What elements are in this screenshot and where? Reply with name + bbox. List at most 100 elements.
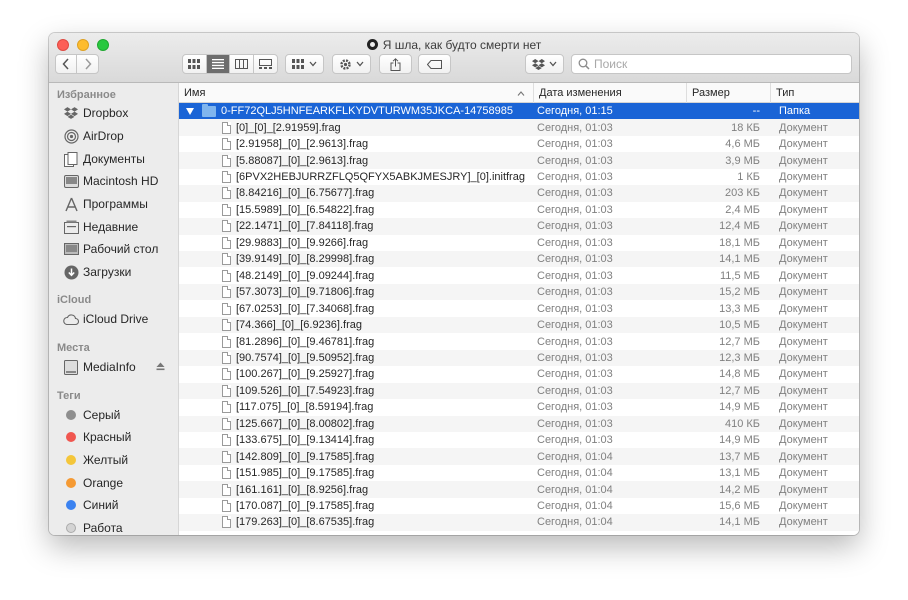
table-row[interactable]: [179.263]_[0]_[8.67535].frag Сегодня, 01:… — [179, 514, 859, 531]
table-row[interactable]: [8.84216]_[0]_[6.75677].frag Сегодня, 01:… — [179, 185, 859, 202]
grid-icon — [188, 59, 201, 69]
dropbox-menu-button[interactable] — [525, 54, 564, 74]
document-icon — [222, 467, 231, 480]
chevron-right-icon — [84, 58, 92, 70]
file-date: Сегодня, 01:03 — [537, 253, 613, 266]
document-icon — [222, 417, 231, 430]
file-date: Сегодня, 01:03 — [537, 368, 613, 381]
folder-proxy-icon[interactable] — [366, 39, 378, 50]
table-row[interactable]: [125.667]_[0]_[8.00802].frag Сегодня, 01:… — [179, 415, 859, 432]
file-date: Сегодня, 01:04 — [537, 500, 613, 513]
file-date: Сегодня, 01:03 — [537, 417, 613, 430]
table-row[interactable]: [67.0253]_[0]_[7.34068].frag Сегодня, 01:… — [179, 300, 859, 316]
table-row[interactable]: [117.075]_[0]_[8.59194].frag Сегодня, 01:… — [179, 399, 859, 415]
back-button[interactable] — [56, 55, 78, 73]
finder-window: Я шла, как будто смерти нет Поиск Избран… — [49, 33, 859, 535]
table-row[interactable]: [151.985]_[0]_[9.17585].frag Сегодня, 01:… — [179, 465, 859, 481]
list-view-button[interactable] — [206, 55, 230, 73]
sidebar-item-desktop[interactable]: Рабочий стол — [63, 239, 158, 259]
tag-dot-icon — [66, 500, 76, 510]
table-row[interactable]: [142.809]_[0]_[9.17585].frag Сегодня, 01:… — [179, 448, 859, 465]
sidebar-tag-work[interactable]: Работа — [63, 518, 123, 535]
file-date: Сегодня, 01:03 — [537, 121, 613, 134]
file-kind: Документ — [779, 516, 828, 529]
document-icon — [222, 121, 231, 134]
sidebar-item-icloud-drive[interactable]: iCloud Drive — [63, 309, 148, 329]
column-header-name[interactable]: Имя — [179, 83, 533, 103]
file-size: 15,2 МБ — [719, 286, 760, 299]
column-header-kind[interactable]: Тип — [770, 83, 859, 103]
table-row[interactable]: [81.2896]_[0]_[9.46781].frag Сегодня, 01:… — [179, 333, 859, 349]
column-header-size[interactable]: Размер — [686, 83, 770, 103]
file-kind: Документ — [779, 269, 828, 282]
sidebar-item-documents[interactable]: Документы — [63, 149, 145, 169]
document-icon — [222, 286, 231, 299]
forward-button[interactable] — [77, 55, 98, 73]
table-row[interactable]: [133.675]_[0]_[9.13414].frag Сегодня, 01:… — [179, 432, 859, 448]
file-date: Сегодня, 01:03 — [537, 203, 613, 216]
sidebar-tag-gray[interactable]: Серый — [63, 405, 120, 425]
disclosure-triangle-icon[interactable] — [186, 107, 194, 115]
sidebar-item-mediainfo[interactable]: MediaInfo — [63, 357, 173, 377]
table-row[interactable]: [29.9883]_[0]_[9.9266].frag Сегодня, 01:0… — [179, 235, 859, 251]
sidebar-tag-yellow[interactable]: Желтый — [63, 450, 128, 470]
table-row[interactable]: [74.366]_[0]_[6.9236].frag Сегодня, 01:03… — [179, 316, 859, 334]
column-view-button[interactable] — [230, 55, 254, 73]
file-name: [5.88087]_[0]_[2.9613].frag — [236, 154, 369, 167]
chevron-down-icon — [549, 61, 557, 67]
group-by-button[interactable] — [285, 54, 324, 74]
sidebar-item-airdrop[interactable]: AirDrop — [63, 126, 124, 146]
sidebar-item-applications[interactable]: Программы — [63, 194, 148, 214]
icon-view-button[interactable] — [183, 55, 207, 73]
file-size: 10,5 МБ — [719, 319, 760, 332]
document-icon — [222, 500, 231, 513]
file-kind: Документ — [779, 220, 828, 233]
table-row[interactable]: [22.1471]_[0]_[7.84118].frag Сегодня, 01:… — [179, 218, 859, 235]
file-size: 14,1 МБ — [719, 516, 760, 529]
edit-tags-button[interactable] — [418, 54, 451, 74]
table-row[interactable]: [109.526]_[0]_[7.54923].frag Сегодня, 01:… — [179, 382, 859, 400]
share-icon — [390, 57, 401, 71]
file-size: 203 КБ — [724, 187, 760, 200]
file-kind: Документ — [779, 253, 828, 266]
folder-row[interactable]: 0-FF72QLJ5HNFEARKFLKYDVTURWM35JKCA-14758… — [179, 103, 859, 120]
table-row[interactable]: [5.88087]_[0]_[2.9613].frag Сегодня, 01:0… — [179, 152, 859, 169]
sidebar-tag-orange[interactable]: Orange — [63, 473, 123, 493]
table-row[interactable]: [170.087]_[0]_[9.17585].frag Сегодня, 01:… — [179, 498, 859, 514]
table-row[interactable]: [15.5989]_[0]_[6.54822].frag Сегодня, 01:… — [179, 202, 859, 218]
table-row[interactable]: [2.91958]_[0]_[2.9613].frag Сегодня, 01:0… — [179, 136, 859, 152]
file-date: Сегодня, 01:03 — [537, 269, 613, 282]
table-row[interactable]: [39.9149]_[0]_[8.29998].frag Сегодня, 01:… — [179, 251, 859, 268]
document-icon — [222, 319, 231, 332]
sidebar-tag-red[interactable]: Красный — [63, 427, 131, 447]
eject-icon[interactable] — [156, 360, 165, 374]
document-icon — [222, 253, 231, 266]
sidebar-item-recents[interactable]: Недавние — [63, 217, 138, 237]
file-name: [57.3073]_[0]_[9.71806].frag — [236, 286, 375, 299]
table-row[interactable]: [0]_[0]_[2.91959].frag Сегодня, 01:03 18 К… — [179, 119, 859, 136]
table-row[interactable]: [48.2149]_[0]_[9.09244].frag Сегодня, 01:… — [179, 268, 859, 284]
search-field[interactable]: Поиск — [571, 54, 852, 74]
file-name: [67.0253]_[0]_[7.34068].frag — [236, 302, 375, 315]
sidebar-tag-blue[interactable]: Синий — [63, 495, 118, 515]
file-kind: Документ — [779, 171, 828, 184]
applications-icon — [64, 197, 78, 211]
share-button[interactable] — [379, 54, 412, 74]
table-row[interactable]: [161.161]_[0]_[8.9256].frag Сегодня, 01:0… — [179, 481, 859, 498]
file-date: Сегодня, 01:04 — [537, 467, 613, 480]
table-row[interactable]: [90.7574]_[0]_[9.50952].frag Сегодня, 01:… — [179, 349, 859, 367]
table-row[interactable]: [57.3073]_[0]_[9.71806].frag Сегодня, 01:… — [179, 283, 859, 301]
gallery-view-button[interactable] — [254, 55, 277, 73]
sidebar-item-macintosh-hd[interactable]: Macintosh HD — [63, 171, 158, 191]
sidebar-item-dropbox[interactable]: Dropbox — [63, 103, 128, 123]
file-name: [15.5989]_[0]_[6.54822].frag — [236, 203, 375, 216]
table-row[interactable]: [6PVX2HEBJURRZFLQ5QFYX5ABKJMESJRY]_[0].i… — [179, 169, 859, 185]
file-size: 18 КБ — [731, 121, 760, 134]
action-menu-button[interactable] — [332, 54, 371, 74]
sidebar-item-downloads[interactable]: Загрузки — [63, 262, 131, 282]
file-date: Сегодня, 01:03 — [537, 319, 613, 332]
column-header-date[interactable]: Дата изменения — [533, 83, 686, 103]
file-kind: Документ — [779, 384, 828, 397]
file-name: [179.263]_[0]_[8.67535].frag — [236, 516, 375, 529]
table-row[interactable]: [100.267]_[0]_[9.25927].frag Сегодня, 01:… — [179, 366, 859, 382]
